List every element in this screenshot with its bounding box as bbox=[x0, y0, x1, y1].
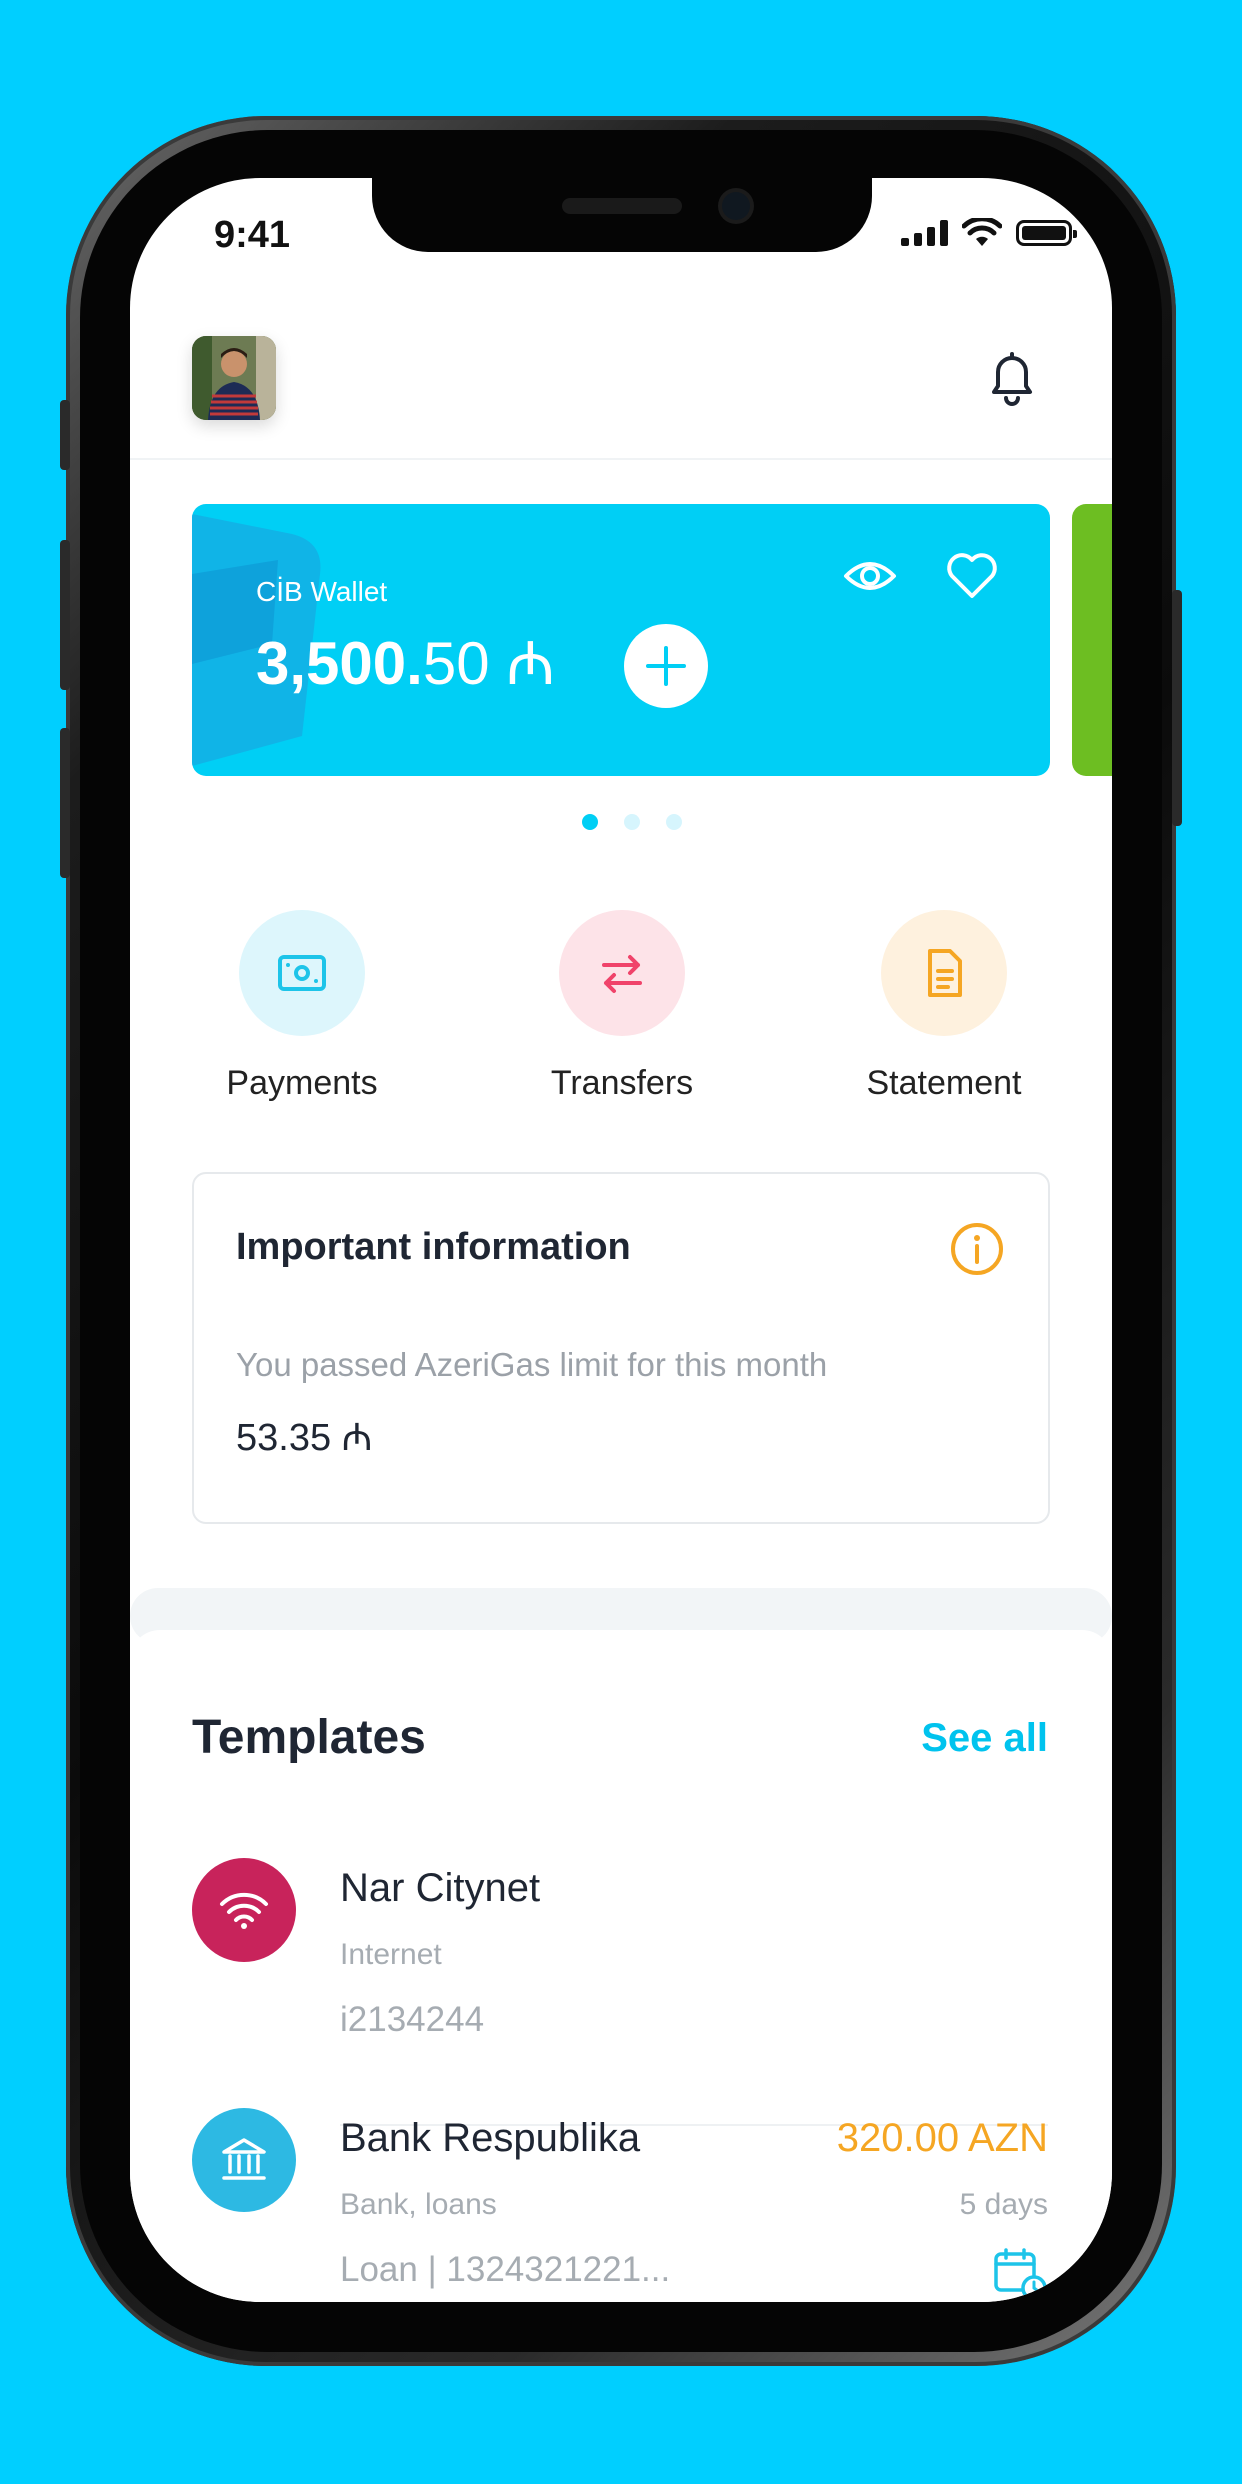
templates-title: Templates bbox=[192, 1711, 426, 1764]
wallet-card[interactable]: CİB Wallet 3,500.50 ₼ bbox=[192, 504, 1050, 776]
templates-section: Templates See all Nar Citynet Internet i… bbox=[130, 1630, 1112, 2302]
see-all-link[interactable]: See all bbox=[921, 1716, 1048, 1761]
document-icon bbox=[928, 949, 962, 997]
eye-icon[interactable] bbox=[842, 548, 898, 604]
avatar-photo bbox=[192, 336, 276, 420]
front-camera bbox=[722, 192, 750, 220]
statement-button[interactable]: Statement bbox=[824, 910, 1064, 1103]
power-button bbox=[1172, 590, 1182, 826]
card-pagination[interactable] bbox=[582, 814, 682, 830]
balance-decimal: 50 bbox=[422, 630, 490, 697]
transfers-button[interactable]: Transfers bbox=[502, 910, 742, 1103]
heart-icon[interactable] bbox=[944, 548, 1000, 604]
template-category: Bank, loans bbox=[340, 2188, 497, 2221]
template-reference: Loan | 1324321221... bbox=[340, 2250, 671, 2289]
template-item-bank-respublika[interactable]: Bank Respublika Bank, loans Loan | 13243… bbox=[130, 2108, 1112, 2302]
page-dot-2[interactable] bbox=[624, 814, 640, 830]
wifi-status-icon bbox=[962, 218, 1002, 246]
template-icon-circle bbox=[192, 2108, 296, 2212]
volume-up-button bbox=[60, 540, 70, 690]
add-money-button[interactable] bbox=[624, 624, 708, 708]
payments-label: Payments bbox=[226, 1064, 378, 1102]
battery-icon bbox=[1016, 220, 1077, 246]
transfers-icon-circle bbox=[559, 910, 685, 1036]
template-icon-circle bbox=[192, 1858, 296, 1962]
template-item-nar-citynet[interactable]: Nar Citynet Internet i2134244 bbox=[130, 1858, 1112, 2108]
speaker bbox=[562, 198, 682, 214]
statement-label: Statement bbox=[866, 1064, 1022, 1102]
template-name: Bank Respublika bbox=[340, 2116, 641, 2160]
avatar[interactable] bbox=[192, 336, 276, 420]
wallet-label: CİB Wallet bbox=[256, 576, 388, 607]
status-time: 9:41 bbox=[214, 214, 291, 256]
mute-switch bbox=[60, 400, 70, 470]
template-amount: 320.00 AZN bbox=[836, 2116, 1048, 2160]
money-icon bbox=[278, 955, 326, 991]
status-icons bbox=[901, 218, 1077, 248]
info-title: Important information bbox=[236, 1226, 631, 1268]
calendar-schedule-icon[interactable] bbox=[992, 2246, 1048, 2302]
template-due: 5 days bbox=[959, 2188, 1048, 2221]
info-icon[interactable] bbox=[948, 1220, 1006, 1278]
info-amount: 53.35 ₼ bbox=[236, 1417, 373, 1459]
header-divider bbox=[130, 458, 1112, 460]
page-dot-3[interactable] bbox=[666, 814, 682, 830]
wallet-balance: 3,500.50 ₼ bbox=[256, 620, 555, 702]
volume-down-button bbox=[60, 728, 70, 878]
important-info-card[interactable]: Important information You passed AzeriGa… bbox=[192, 1172, 1050, 1524]
next-card-peek[interactable] bbox=[1072, 504, 1112, 776]
statement-icon-circle bbox=[881, 910, 1007, 1036]
template-name: Nar Citynet bbox=[340, 1866, 541, 1910]
balance-integer: 3,500. bbox=[256, 630, 423, 697]
template-category: Internet bbox=[340, 1938, 442, 1971]
app-screen: 9:41 CİB Wallet 3,500.50 ₼ Payments Tran… bbox=[130, 178, 1112, 2302]
info-message: You passed AzeriGas limit for this month bbox=[236, 1346, 828, 1383]
wifi-icon bbox=[220, 1892, 268, 1929]
bell-icon[interactable] bbox=[984, 348, 1040, 408]
transfers-label: Transfers bbox=[550, 1064, 694, 1102]
payments-button[interactable]: Payments bbox=[182, 910, 422, 1103]
cellular-signal-icon bbox=[901, 220, 948, 246]
template-reference: i2134244 bbox=[340, 2000, 485, 2039]
page-dot-1[interactable] bbox=[582, 814, 598, 830]
transfer-arrows-icon bbox=[602, 955, 642, 993]
notch bbox=[372, 178, 872, 252]
bank-icon bbox=[222, 2138, 266, 2180]
payments-icon-circle bbox=[239, 910, 365, 1036]
currency-symbol: ₼ bbox=[506, 630, 555, 697]
plus-icon bbox=[646, 646, 686, 686]
